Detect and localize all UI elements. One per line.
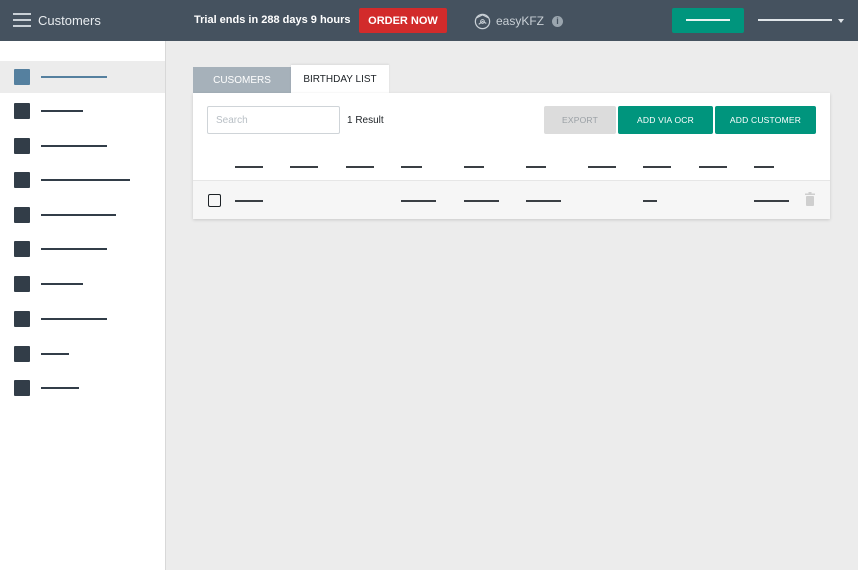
- sidebar-item-icon: [14, 241, 30, 257]
- button-label-placeholder: [686, 19, 730, 21]
- column-header[interactable]: [464, 166, 484, 168]
- sidebar-item-label: [41, 145, 107, 147]
- sidebar-item[interactable]: [0, 372, 165, 404]
- sidebar-item-label: [41, 110, 83, 112]
- table-cell: [754, 200, 789, 202]
- chevron-down-icon: [838, 19, 844, 23]
- column-header[interactable]: [346, 166, 374, 168]
- result-count: 1 Result: [347, 115, 384, 126]
- sidebar-item[interactable]: [0, 61, 165, 93]
- table-cell: [464, 200, 499, 202]
- trial-status-text: Trial ends in 288 days 9 hours: [194, 14, 351, 26]
- row-checkbox[interactable]: [208, 194, 221, 207]
- column-header[interactable]: [754, 166, 774, 168]
- table-row[interactable]: [193, 180, 830, 219]
- sidebar-item[interactable]: [0, 338, 165, 370]
- sidebar-item[interactable]: [0, 233, 165, 265]
- sidebar-item[interactable]: [0, 95, 165, 127]
- brand: easyKFZ i: [473, 11, 564, 31]
- sidebar-item-label: [41, 179, 130, 181]
- column-header[interactable]: [699, 166, 727, 168]
- order-now-button[interactable]: ORDER NOW: [359, 8, 447, 33]
- user-menu-dropdown[interactable]: [758, 14, 850, 28]
- column-header[interactable]: [643, 166, 671, 168]
- sidebar-item-label: [41, 214, 116, 216]
- add-via-ocr-button[interactable]: ADD VIA OCR: [618, 106, 713, 134]
- sidebar-item[interactable]: [0, 303, 165, 335]
- sidebar-item-icon: [14, 69, 30, 85]
- column-header[interactable]: [401, 166, 422, 168]
- sidebar-item-icon: [14, 346, 30, 362]
- sidebar-item[interactable]: [0, 199, 165, 231]
- table-cell: [643, 200, 657, 202]
- info-icon[interactable]: i: [552, 15, 564, 27]
- hamburger-menu-icon[interactable]: [13, 13, 31, 27]
- easykfz-logo-icon: [474, 13, 491, 29]
- sidebar-item-icon: [14, 138, 30, 154]
- sidebar-item-label: [41, 283, 83, 285]
- sidebar-item-label: [41, 387, 79, 389]
- sidebar-item-icon: [14, 207, 30, 223]
- sidebar-item-label: [41, 318, 107, 320]
- column-header[interactable]: [588, 166, 616, 168]
- column-header[interactable]: [290, 166, 318, 168]
- sidebar-item-icon: [14, 311, 30, 327]
- tab-birthday-list[interactable]: BIRTHDAY LIST: [291, 65, 389, 94]
- sidebar-item-icon: [14, 172, 30, 188]
- brand-name: easyKFZ: [496, 14, 545, 28]
- sidebar-item-label: [41, 248, 107, 250]
- sidebar: [0, 41, 166, 570]
- search-input[interactable]: [207, 106, 340, 134]
- table-cell: [401, 200, 436, 202]
- sidebar-item-icon: [14, 103, 30, 119]
- app-title: Customers: [38, 13, 101, 28]
- sidebar-item-label: [41, 76, 107, 78]
- sidebar-item-label: [41, 353, 69, 355]
- trash-icon[interactable]: [805, 192, 815, 206]
- column-header[interactable]: [235, 166, 263, 168]
- tab-customers[interactable]: CUSOMERS: [193, 67, 291, 94]
- top-bar: Customers Trial ends in 288 days 9 hours…: [0, 0, 858, 41]
- sidebar-item-icon: [14, 276, 30, 292]
- export-button[interactable]: EXPORT: [544, 106, 616, 134]
- sidebar-item[interactable]: [0, 164, 165, 196]
- table-cell: [526, 200, 561, 202]
- table-cell: [235, 200, 263, 202]
- top-action-button[interactable]: [672, 8, 744, 33]
- sidebar-item[interactable]: [0, 130, 165, 162]
- column-header[interactable]: [526, 166, 546, 168]
- birthday-list-panel: 1 Result EXPORT ADD VIA OCR ADD CUSTOMER: [193, 93, 830, 219]
- sidebar-item[interactable]: [0, 268, 165, 300]
- user-name-placeholder: [758, 19, 832, 21]
- add-customer-button[interactable]: ADD CUSTOMER: [715, 106, 816, 134]
- sidebar-item-icon: [14, 380, 30, 396]
